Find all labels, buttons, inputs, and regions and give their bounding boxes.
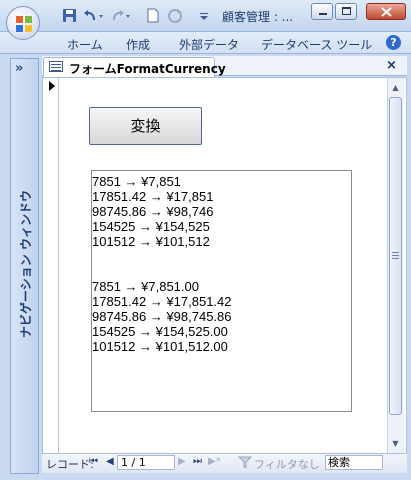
previous-record-icon[interactable]: ◀ — [106, 456, 114, 467]
output-line: 7851 → ¥7,851 — [92, 174, 181, 189]
redo-icon[interactable] — [110, 7, 132, 25]
output-line: 98745.86 → ¥98,746 — [92, 204, 214, 219]
search-input[interactable]: 検索 — [325, 455, 383, 470]
close-window-button[interactable] — [366, 3, 406, 20]
office-logo-icon — [16, 16, 32, 32]
filter-status-button[interactable]: フィルタなし — [254, 456, 320, 472]
office-button[interactable] — [6, 6, 40, 40]
record-label: レコード: — [46, 458, 94, 471]
output-line: 101512 → ¥101,512.00 — [92, 339, 228, 354]
output-line: 154525 → ¥154,525.00 — [92, 324, 228, 339]
record-selector[interactable] — [43, 78, 59, 453]
tab-home[interactable]: ホーム — [67, 36, 103, 53]
scrollbar-grip-icon — [392, 252, 399, 259]
save-icon[interactable] — [62, 7, 78, 25]
form-icon — [49, 61, 63, 72]
last-record-icon[interactable]: ⏭ — [193, 456, 202, 467]
nav-pane-toggle[interactable]: » — [15, 61, 23, 76]
convert-button[interactable]: 変換 — [89, 107, 202, 145]
output-line: 17851.42 → ¥17,851.42 — [92, 294, 232, 309]
window-title: 顧客管理 : ... — [222, 10, 294, 24]
current-record-arrow-icon — [49, 81, 55, 91]
output-line: 154525 → ¥154,525 — [92, 219, 210, 234]
nav-pane-label: ナビゲーション ウィンドウ — [19, 190, 33, 338]
document-tab-label: フォームFormatCurrency — [69, 62, 226, 76]
tab-external-data[interactable]: 外部データ — [179, 36, 239, 53]
output-line: 98745.86 → ¥98,745.86 — [92, 309, 232, 324]
help-icon[interactable]: ? — [386, 35, 401, 50]
close-icon — [381, 7, 392, 17]
next-record-icon[interactable]: ▶ — [178, 456, 186, 467]
record-position-input[interactable]: 1 / 1 — [117, 455, 175, 470]
minimize-icon — [319, 13, 327, 15]
new-record-icon[interactable]: ▶* — [208, 456, 221, 467]
filter-icon — [238, 456, 252, 469]
new-doc-icon[interactable] — [146, 7, 160, 25]
first-record-icon[interactable]: ⏮ — [89, 456, 98, 467]
undo-icon[interactable] — [82, 7, 104, 25]
customize-dropdown-icon[interactable] — [199, 7, 209, 25]
scroll-up-icon[interactable]: ▲ — [388, 80, 403, 95]
tab-create[interactable]: 作成 — [126, 36, 150, 53]
output-textbox[interactable]: 7851 → ¥7,851 17851.42 → ¥17,851 98745.8… — [91, 170, 352, 412]
minimize-button[interactable] — [311, 3, 333, 20]
output-line: 7851 → ¥7,851.00 — [92, 279, 199, 294]
output-line: 17851.42 → ¥17,851 — [92, 189, 214, 204]
restore-icon — [342, 7, 351, 15]
refresh-icon[interactable] — [167, 7, 183, 25]
restore-button[interactable] — [335, 3, 357, 20]
tab-database-tools[interactable]: データベース ツール — [261, 36, 372, 53]
output-line: 101512 → ¥101,512 — [92, 234, 210, 249]
document-close-button[interactable]: × — [386, 58, 397, 73]
scroll-down-icon[interactable]: ▼ — [388, 436, 403, 451]
